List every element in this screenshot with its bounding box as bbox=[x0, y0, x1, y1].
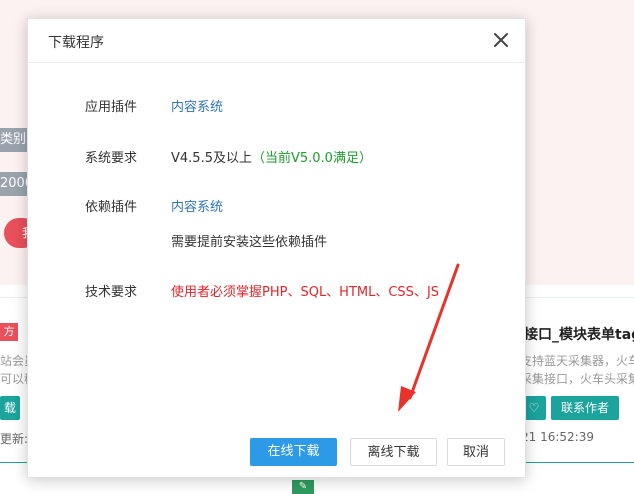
official-badge: 方 bbox=[0, 323, 18, 341]
app-plugin-link[interactable]: 内容系统 bbox=[171, 96, 223, 115]
card-desc-right-2: 采集接口，火车头采集 bbox=[520, 372, 634, 386]
dependency-plugin-link[interactable]: 内容系统 bbox=[171, 196, 223, 215]
category-label: 类别 bbox=[0, 128, 30, 152]
current-version-note: （当前V5.0.0满足） bbox=[251, 151, 372, 166]
close-icon[interactable] bbox=[491, 30, 511, 50]
contact-author-button[interactable]: 联系作者 bbox=[551, 396, 619, 420]
system-requirement-label: 系统要求 bbox=[85, 151, 138, 166]
online-download-button[interactable]: 在线下载 bbox=[250, 438, 337, 466]
dialog-header: 下载程序 bbox=[28, 19, 525, 63]
card-download-button[interactable]: 载 bbox=[0, 396, 20, 420]
card-desc-right-1: 支持蓝天采集器，火车 bbox=[520, 354, 634, 368]
tech-requirement-label: 技术要求 bbox=[85, 285, 138, 300]
tech-requirement-value: 使用者必须掌握PHP、SQL、HTML、CSS、JS bbox=[171, 285, 440, 300]
card-update-left: 更新: bbox=[0, 432, 29, 446]
app-plugin-label: 应用插件 bbox=[85, 100, 138, 115]
download-dialog: 下载程序 应用插件 内容系统 系统要求 V4.5.5及以上（当前V5.0.0满足… bbox=[27, 18, 526, 478]
card-update-right: 21 16:52:39 bbox=[521, 430, 594, 444]
dependency-plugin-label: 依赖插件 bbox=[85, 200, 138, 215]
offline-download-button[interactable]: 离线下载 bbox=[350, 438, 437, 466]
tag-icon: ✎ bbox=[292, 480, 314, 494]
system-requirement-value: V4.5.5及以上（当前V5.0.0满足） bbox=[171, 147, 372, 166]
dependency-note: 需要提前安装这些依赖插件 bbox=[171, 235, 328, 250]
dialog-title: 下载程序 bbox=[48, 35, 104, 51]
cancel-button[interactable]: 取消 bbox=[447, 438, 505, 466]
count-label: 2000 bbox=[0, 172, 30, 196]
system-version: V4.5.5及以上 bbox=[171, 151, 252, 166]
card-title-right[interactable]: 集接口_模块表单tag bbox=[510, 324, 634, 344]
